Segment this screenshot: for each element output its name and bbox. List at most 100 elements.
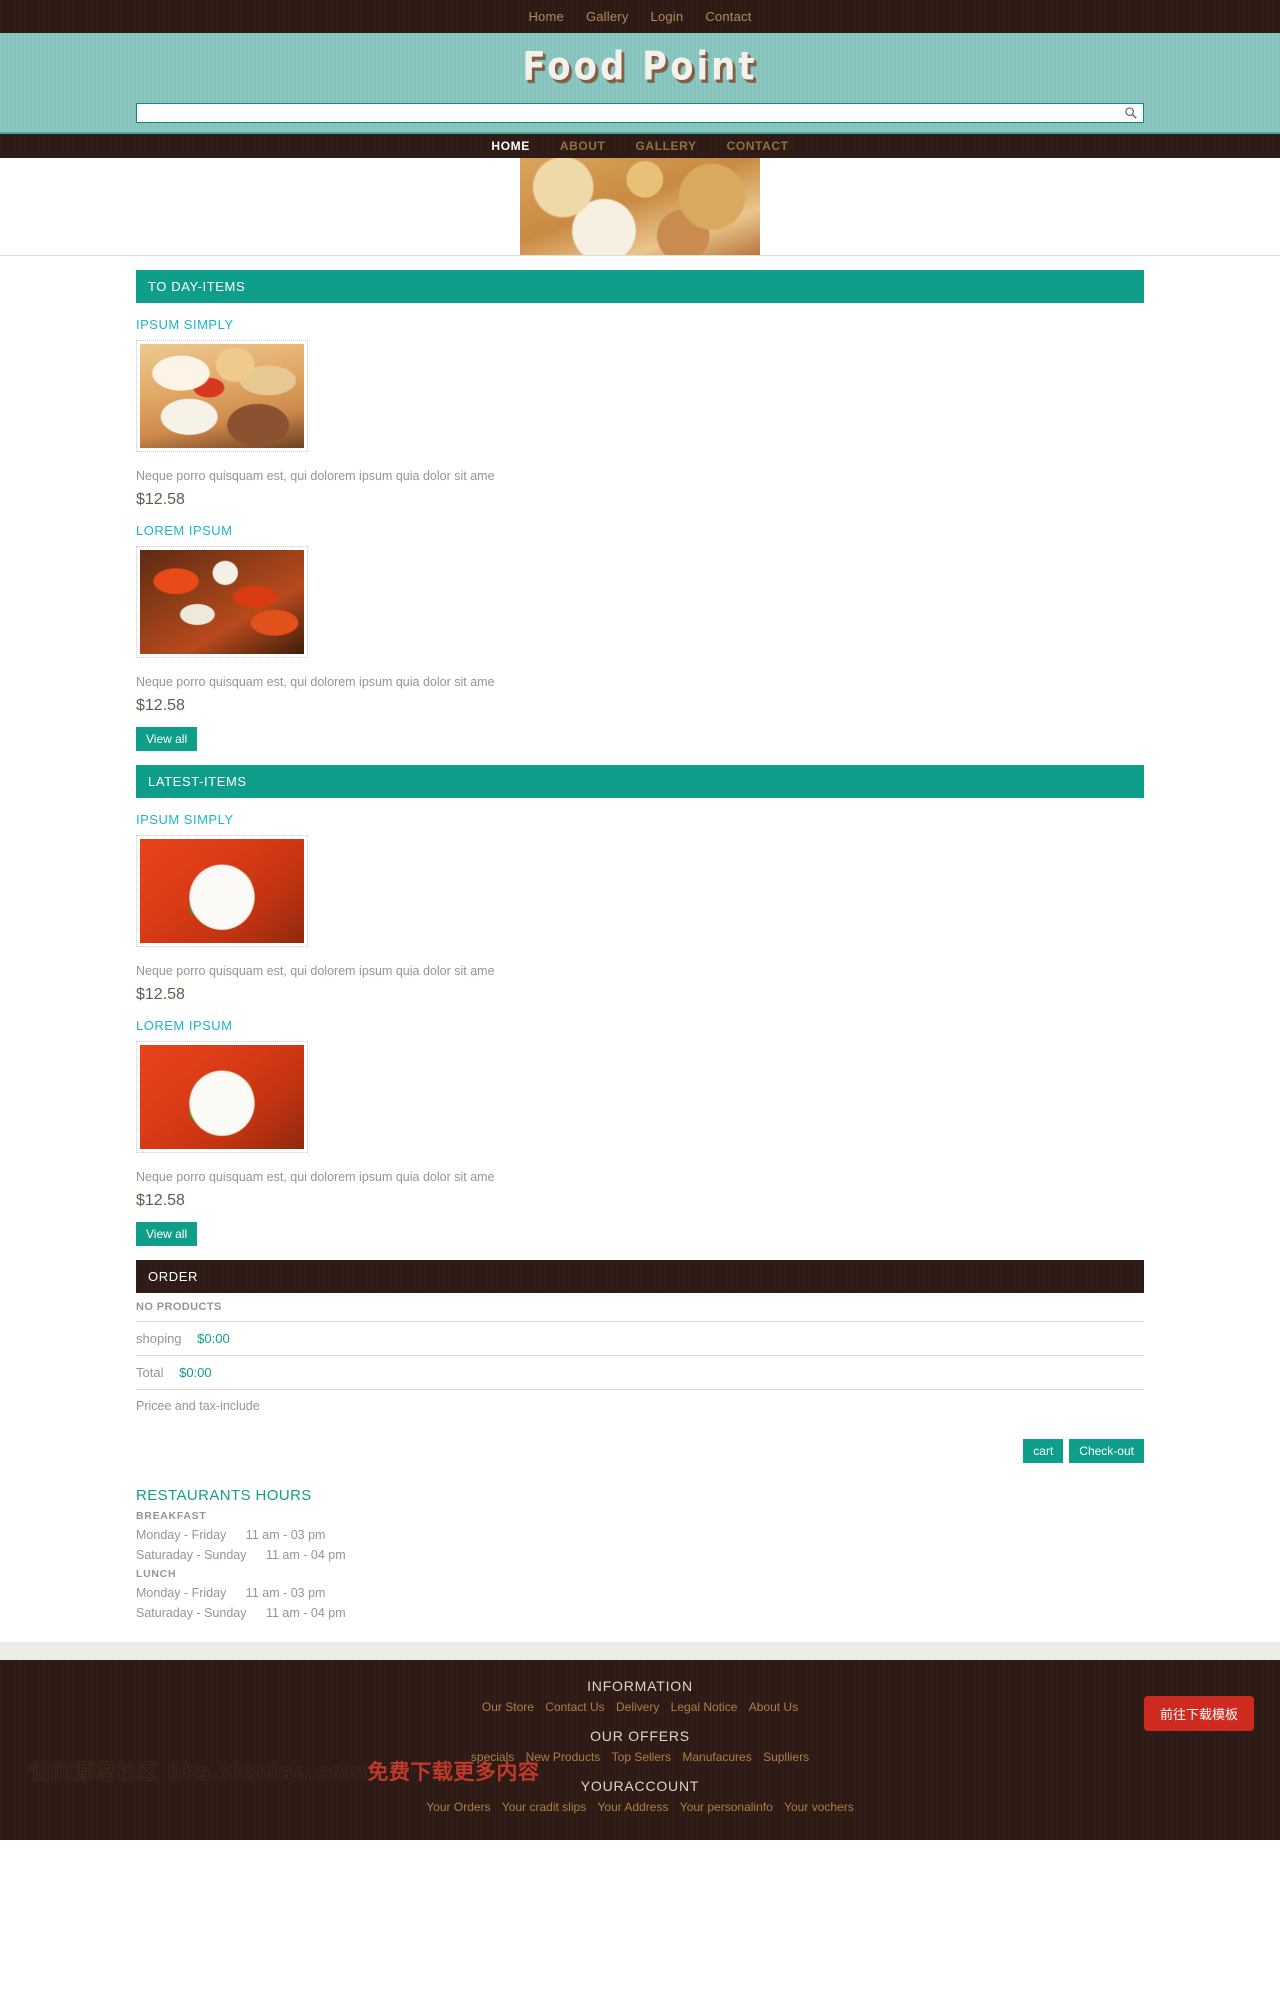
product-price: $12.58 [136,491,185,508]
site-logo: Food Point [522,43,758,90]
product-price: $12.58 [136,986,185,1003]
hours-row: Monday - Friday 11 am - 03 pm [136,1528,1144,1542]
product-thumbnail-frame[interactable] [136,340,308,452]
main-content: TO DAY-ITEMS IPSUM SIMPLY Neque porro qu… [136,270,1144,1620]
hours-days: Monday - Friday [136,1586,227,1600]
product-thumbnail-frame[interactable] [136,1041,308,1153]
download-template-button[interactable]: 前往下载模板 [1143,1696,1254,1731]
cart-button[interactable]: cart [1023,1439,1064,1463]
tab-gallery[interactable]: GALLERY [636,139,697,153]
footer-link-your-vochers[interactable]: Your vochers [784,1800,854,1814]
footer-link-your-orders[interactable]: Your Orders [426,1800,490,1814]
site-banner: Food Point [0,33,1280,100]
order-empty-label: NO PRODUCTS [136,1293,1144,1322]
footer-link-your-address[interactable]: Your Address [598,1800,669,1814]
checkout-button[interactable]: Check-out [1069,1439,1144,1463]
topnav-item-gallery[interactable]: Gallery [586,9,629,24]
footer-link-your-credit-slips[interactable]: Your cradit slips [502,1800,586,1814]
watermark-site: 源码社区 bbs.xienlao.com [73,1760,368,1784]
product-thumbnail-frame[interactable] [136,546,308,658]
search-input[interactable] [136,103,1144,123]
watermark-overlay: 访问源码社区 bbs.xienlao.com免费下载更多内容 [30,1756,539,1786]
hours-row: Saturaday - Sunday 11 am - 04 pm [136,1548,1144,1562]
topnav-item-contact[interactable]: Contact [705,9,751,24]
tab-about[interactable]: ABOUT [560,139,606,153]
footer-link-about-us[interactable]: About Us [749,1700,798,1714]
main-nav-list: HOME ABOUT GALLERY CONTACT [491,139,788,153]
order-total-label: Total [136,1365,164,1380]
order-tax-note: Pricee and tax-include [136,1399,260,1413]
hours-time: 11 am - 03 pm [245,1586,326,1600]
hours-row: Saturaday - Sunday 11 am - 04 pm [136,1606,1144,1620]
page-root: Home Gallery Login Contact Food Point HO… [0,0,1280,1840]
section-header-today: TO DAY-ITEMS [136,270,1144,303]
view-all-today-button[interactable]: View all [136,727,198,751]
hours-days: Monday - Friday [136,1528,227,1542]
search-wrapper [136,103,1144,123]
product-card: IPSUM SIMPLY Neque porro quisquam est, q… [136,317,1144,509]
product-thumbnail-frame[interactable] [136,835,308,947]
product-description: Neque porro quisquam est, qui dolorem ip… [136,469,495,483]
product-image [140,550,304,654]
search-bar-row [0,100,1280,132]
main-navigation: HOME ABOUT GALLERY CONTACT [0,132,1280,158]
tab-contact[interactable]: CONTACT [727,139,789,153]
product-card: LOREM IPSUM Neque porro quisquam est, qu… [136,1018,1144,1210]
footer-link-your-personal-info[interactable]: Your personalinfo [680,1800,773,1814]
hours-group-lunch-label: LUNCH [136,1568,177,1580]
top-nav: Home Gallery Login Contact [528,9,751,24]
product-description: Neque porro quisquam est, qui dolorem ip… [136,964,495,978]
footer-heading-information: INFORMATION [587,1678,693,1694]
hours-time: 11 am - 04 pm [265,1548,346,1562]
product-title: IPSUM SIMPLY [136,812,234,827]
section-header-order: ORDER [136,1260,1144,1293]
tab-home[interactable]: HOME [491,139,529,153]
hero-image [520,158,760,255]
order-total-amount: $0:00 [179,1365,212,1380]
footer-link-our-store[interactable]: Our Store [482,1700,534,1714]
footer-link-contact-us[interactable]: Contact Us [545,1700,604,1714]
hours-days: Saturaday - Sunday [136,1606,247,1620]
topnav-item-login[interactable]: Login [651,9,684,24]
site-footer: INFORMATION Our Store Contact Us Deliver… [0,1660,1280,1840]
watermark-suffix: 免费下载更多内容 [367,1760,540,1784]
section-header-latest: LATEST-ITEMS [136,765,1144,798]
footer-links-account: Your Orders Your cradit slips Your Addre… [0,1800,1280,1814]
hours-row: Monday - Friday 11 am - 03 pm [136,1586,1144,1600]
cart-action-row: cart Check-out [136,1439,1144,1463]
product-image [140,1045,304,1149]
hours-group-breakfast-label: BREAKFAST [136,1510,207,1522]
watermark-prefix: 访问 [30,1760,73,1784]
hours-days: Saturaday - Sunday [136,1548,247,1562]
product-price: $12.58 [136,697,185,714]
footer-link-delivery[interactable]: Delivery [616,1700,659,1714]
footer-links-information: Our Store Contact Us Delivery Legal Noti… [0,1700,1280,1714]
product-description: Neque porro quisquam est, qui dolorem ip… [136,675,495,689]
footer-link-suplliers[interactable]: Suplliers [763,1750,809,1764]
product-card: LOREM IPSUM Neque porro quisquam est, qu… [136,523,1144,715]
product-price: $12.58 [136,1192,185,1209]
footer-link-top-sellers[interactable]: Top Sellers [612,1750,671,1764]
hours-time: 11 am - 03 pm [245,1528,326,1542]
product-title: LOREM IPSUM [136,1018,233,1033]
hero-divider [0,255,1280,256]
product-description: Neque porro quisquam est, qui dolorem ip… [136,1170,495,1184]
order-shipping-amount: $0:00 [197,1331,230,1346]
order-total-row: Total $0:00 [136,1356,1144,1390]
footer-link-manufacures[interactable]: Manufacures [682,1750,751,1764]
top-utility-bar: Home Gallery Login Contact [0,0,1280,33]
order-shipping-row: shoping $0:00 [136,1322,1144,1356]
view-all-latest-button[interactable]: View all [136,1222,198,1246]
hero-banner [0,158,1280,255]
footer-spacer [0,1642,1280,1660]
restaurant-hours-title: RESTAURANTS HOURS [136,1487,312,1504]
product-image [140,839,304,943]
product-title: LOREM IPSUM [136,523,233,538]
topnav-item-home[interactable]: Home [528,9,563,24]
product-title: IPSUM SIMPLY [136,317,234,332]
footer-heading-offers: OUR OFFERS [590,1728,690,1744]
product-image [140,344,304,448]
order-shipping-label: shoping [136,1331,182,1346]
footer-link-legal-notice[interactable]: Legal Notice [671,1700,738,1714]
product-card: IPSUM SIMPLY Neque porro quisquam est, q… [136,812,1144,1004]
